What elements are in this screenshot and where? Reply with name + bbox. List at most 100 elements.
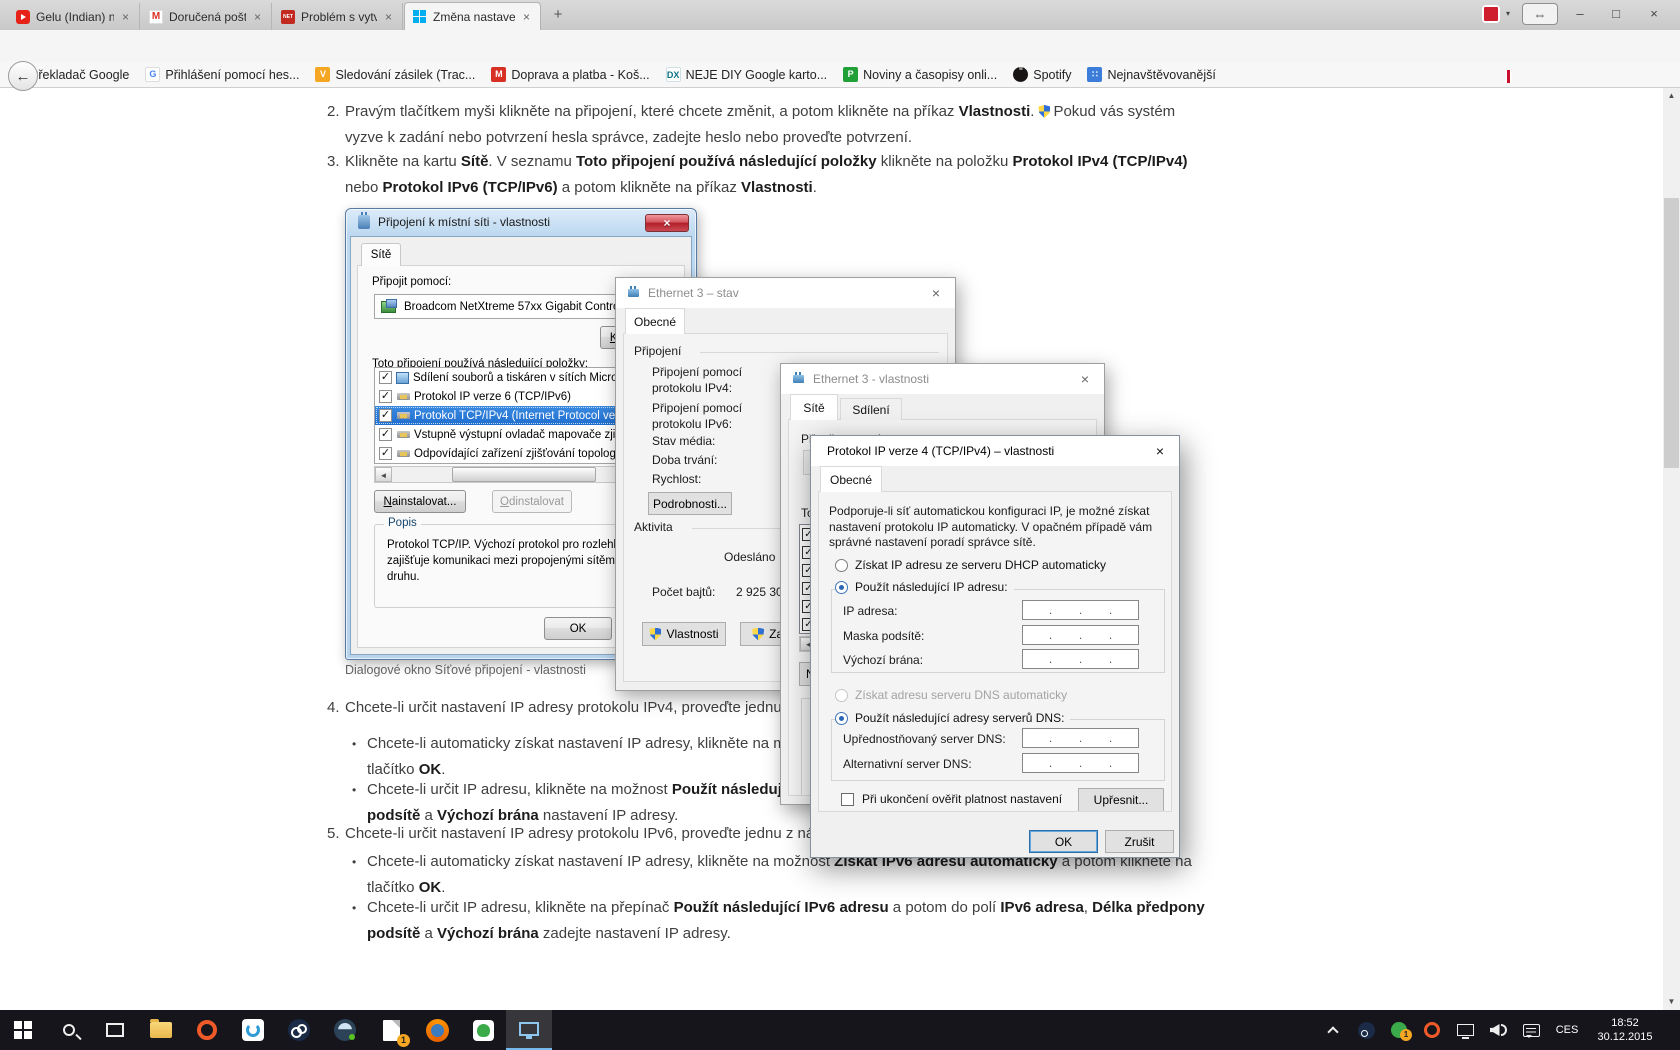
- radio-dhcp[interactable]: Získat IP adresu ze serveru DHCP automat…: [835, 558, 1106, 572]
- bookmark-spotify[interactable]: ≡ Spotify: [1013, 66, 1071, 82]
- close-button[interactable]: ×: [1066, 371, 1104, 387]
- tray-overflow-button[interactable]: [1319, 1010, 1347, 1050]
- install-button: Nainstalovat...: [374, 490, 466, 513]
- language-indicator[interactable]: CES: [1550, 1024, 1584, 1036]
- titlebar[interactable]: Ethernet 3 – stav ×: [616, 278, 955, 308]
- window-close-button[interactable]: ×: [1636, 0, 1672, 26]
- scroll-left-arrow: ◄: [375, 467, 392, 482]
- radio-icon[interactable]: [835, 558, 848, 572]
- taskbar-clock[interactable]: 18:52 30.12.2015: [1589, 1016, 1661, 1044]
- daemon-tools-button[interactable]: [322, 1010, 368, 1050]
- network-window-icon: [519, 1022, 539, 1039]
- file-explorer-button[interactable]: [138, 1010, 184, 1050]
- subnet-mask-input[interactable]: . . .: [1022, 625, 1139, 645]
- message-icon: [1522, 1023, 1540, 1038]
- tab-active-microsoft[interactable]: Změna nastavení protokol... ×: [404, 2, 541, 30]
- bookmark-shipping[interactable]: M Doprava a platba - Koš...: [491, 67, 650, 82]
- tab-general[interactable]: Obecné: [625, 308, 685, 334]
- radio-selected-icon[interactable]: [835, 711, 848, 725]
- uplay-button[interactable]: [230, 1010, 276, 1050]
- notepad-button[interactable]: 1: [368, 1010, 414, 1050]
- tab-title: Doručená pošta (1) - czbar...: [169, 9, 246, 24]
- new-tab-button[interactable]: +: [546, 6, 570, 23]
- ipv6-connectivity-label: Připojení pomocí protokolu IPv6:: [652, 401, 743, 431]
- taskbar: 1 1 CES 18:52 30.12.2015: [0, 1010, 1680, 1050]
- share-icon: [396, 371, 409, 384]
- network-plug-icon: [793, 372, 804, 383]
- scroll-down-arrow[interactable]: ▼: [1663, 994, 1680, 1010]
- tab-youtube[interactable]: Gelu (Indian) na Sobotno... ×: [8, 3, 140, 30]
- steam-button[interactable]: [276, 1010, 322, 1050]
- taskbar-search-button[interactable]: [46, 1010, 92, 1050]
- preferred-dns-input[interactable]: . . .: [1022, 728, 1139, 748]
- tab-close-icon[interactable]: ×: [120, 10, 131, 24]
- active-window-button[interactable]: [506, 1010, 552, 1050]
- titlebar[interactable]: Ethernet 3 - vlastnosti ×: [781, 364, 1104, 394]
- tab-title: Změna nastavení protokol...: [433, 9, 515, 24]
- validate-checkbox-row[interactable]: Při ukončení ověřit platnost nastavení: [841, 792, 1062, 806]
- bookmark-tracking[interactable]: V Sledování zásilek (Trac...: [315, 67, 475, 82]
- tab-sharing[interactable]: Sdílení: [840, 398, 902, 420]
- advanced-button[interactable]: Upřesnit...: [1078, 788, 1164, 811]
- tray-volume[interactable]: [1484, 1010, 1512, 1050]
- scroll-up-arrow[interactable]: ▲: [1663, 88, 1680, 104]
- tab-close-icon[interactable]: ×: [383, 10, 394, 24]
- tab-groups-button[interactable]: ⇔: [1522, 3, 1558, 25]
- tab-site: Sítě: [361, 243, 401, 266]
- speaker-icon: [1489, 1024, 1500, 1036]
- tray-evernote[interactable]: 1: [1385, 1010, 1413, 1050]
- speed-dial-icon: ∷: [1087, 67, 1103, 82]
- tray-origin[interactable]: [1418, 1010, 1446, 1050]
- tab-close-icon[interactable]: ×: [252, 10, 263, 24]
- window-maximize-button[interactable]: □: [1598, 0, 1634, 26]
- page-scrollbar[interactable]: ▲ ▼: [1663, 88, 1680, 1010]
- origin-icon: [1424, 1022, 1440, 1038]
- tray-network[interactable]: [1451, 1010, 1479, 1050]
- checkbox-unchecked-icon[interactable]: [841, 792, 854, 806]
- alternate-dns-input[interactable]: . . .: [1022, 753, 1139, 773]
- scrollbar-thumb[interactable]: [1664, 198, 1679, 468]
- window-minimize-button[interactable]: –: [1562, 0, 1598, 26]
- step-number: 4.: [327, 699, 340, 716]
- default-gateway-input[interactable]: . . .: [1022, 649, 1139, 669]
- tray-steam[interactable]: [1352, 1010, 1380, 1050]
- bookmark-label: Sledování zásilek (Trac...: [335, 67, 476, 82]
- ok-button[interactable]: OK: [1029, 830, 1098, 853]
- radio-dns-auto-disabled[interactable]: Získat adresu serveru DNS automaticky: [835, 688, 1067, 702]
- close-button[interactable]: ×: [1141, 443, 1179, 459]
- bookmark-most-visited[interactable]: ∷ Nejnavštěvovanější: [1087, 67, 1216, 82]
- bookmark-google-login[interactable]: G Přihlášení pomocí hes...: [145, 67, 299, 82]
- adapter-name: Broadcom NetXtreme 57xx Gigabit Controll…: [404, 300, 635, 313]
- details-button[interactable]: Podrobnosti...: [648, 492, 732, 515]
- gmail-favicon: M: [149, 9, 163, 24]
- tab-close-icon[interactable]: ×: [521, 10, 532, 24]
- tray-notifications[interactable]: [1517, 1010, 1545, 1050]
- firefox-button[interactable]: [414, 1010, 460, 1050]
- scrollbar-thumb: [452, 467, 596, 482]
- task-view-button[interactable]: [92, 1010, 138, 1050]
- cancel-button[interactable]: Zrušit: [1105, 830, 1174, 853]
- evernote-button[interactable]: [460, 1010, 506, 1050]
- radio-disabled-icon[interactable]: [835, 688, 848, 702]
- radio-selected-icon[interactable]: [835, 580, 848, 594]
- tab-forum[interactable]: NET Problém s vytvořením FTP... ×: [273, 3, 403, 30]
- tab-gmail[interactable]: M Doručená pošta (1) - czbar... ×: [141, 3, 272, 30]
- dialog-title: Ethernet 3 - vlastnosti: [813, 372, 930, 386]
- ip-address-input[interactable]: . . .: [1022, 600, 1139, 620]
- titlebar[interactable]: Protokol IP verze 4 (TCP/IPv4) – vlastno…: [811, 436, 1179, 466]
- origin-button[interactable]: [184, 1010, 230, 1050]
- properties-button[interactable]: Vlastnosti: [642, 622, 726, 646]
- bookmark-news[interactable]: P Noviny a časopisy onli...: [843, 67, 997, 82]
- bookmark-neje[interactable]: DX NEJE DIY Google karto...: [665, 67, 827, 82]
- tab-site[interactable]: Sítě: [790, 394, 838, 420]
- radio-static-ip[interactable]: Použít následující IP adresu:: [835, 580, 1014, 594]
- start-button[interactable]: [0, 1010, 46, 1050]
- addon-badge-icon[interactable]: [1482, 5, 1500, 23]
- addon-dropdown-caret[interactable]: ▾: [1500, 0, 1516, 26]
- tab-general[interactable]: Obecné: [820, 466, 882, 492]
- back-button[interactable]: ←: [8, 61, 38, 91]
- close-button[interactable]: ×: [917, 285, 955, 301]
- uac-shield-icon: [649, 627, 662, 641]
- radio-dns-static[interactable]: Použít následující adresy serverů DNS:: [835, 711, 1071, 725]
- uninstall-button: Odinstalovat: [492, 490, 572, 513]
